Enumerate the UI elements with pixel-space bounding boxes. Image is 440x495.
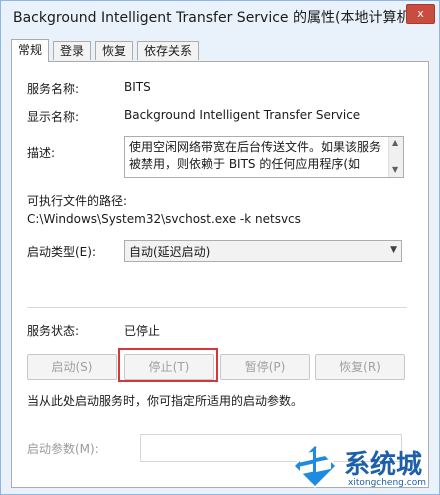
close-button[interactable]: x (406, 4, 435, 24)
path-label: 可执行文件的路径: (27, 194, 128, 208)
watermark-url: xitongcheng.com (348, 478, 426, 488)
startup-type-select[interactable]: 自动(延迟启动) ▼ (124, 240, 402, 262)
service-name-label: 服务名称: (27, 82, 80, 96)
pause-button[interactable]: 暂停(P) (220, 354, 310, 380)
startup-type-label: 启动类型(E): (27, 245, 96, 259)
start-button[interactable]: 启动(S) (27, 354, 117, 380)
start-params-hint: 当从此处启动服务时，你可指定所适用的启动参数。 (27, 394, 304, 408)
stop-button-highlight (118, 348, 218, 382)
tab-logon[interactable]: 登录 (53, 41, 92, 60)
tab-dependencies[interactable]: 依存关系 (137, 41, 200, 60)
description-scrollbar[interactable]: ▲ ▼ (388, 137, 403, 177)
tab-general[interactable]: 常规 (11, 39, 50, 62)
watermark-text: 系统城 (344, 450, 423, 480)
service-status-label: 服务状态: (27, 324, 80, 338)
service-name-value: BITS (124, 80, 151, 94)
description-label: 描述: (27, 146, 56, 160)
description-text: 使用空闲网络带宽在后台传送文件。如果该服务被禁用，则依赖于 BITS 的任何应用… (129, 140, 382, 175)
description-box[interactable]: 使用空闲网络带宽在后台传送文件。如果该服务被禁用，则依赖于 BITS 的任何应用… (124, 136, 404, 178)
scroll-down-icon[interactable]: ▼ (392, 165, 398, 174)
watermark-logo: 系统城 xitongcheng.com (288, 442, 438, 492)
resume-button[interactable]: 恢复(R) (315, 354, 405, 380)
display-name-label: 显示名称: (27, 110, 80, 124)
start-params-label: 启动参数(M): (27, 442, 99, 456)
title-bar[interactable]: Background Intelligent Transfer Service … (1, 1, 439, 31)
chevron-down-icon: ▼ (390, 245, 397, 255)
windows-logo-icon (292, 444, 338, 488)
general-panel: 服务名称: BITS 显示名称: Background Intelligent … (11, 61, 429, 488)
properties-window: Background Intelligent Transfer Service … (0, 0, 440, 495)
service-status-value: 已停止 (124, 324, 161, 338)
tab-recovery[interactable]: 恢复 (95, 41, 134, 60)
scroll-up-icon[interactable]: ▲ (392, 138, 398, 147)
display-name-value: Background Intelligent Transfer Service (124, 108, 361, 122)
startup-type-value: 自动(延迟启动) (129, 245, 211, 259)
path-value: C:\Windows\System32\svchost.exe -k netsv… (27, 212, 301, 226)
window-title: Background Intelligent Transfer Service … (13, 10, 416, 26)
separator (27, 307, 407, 308)
